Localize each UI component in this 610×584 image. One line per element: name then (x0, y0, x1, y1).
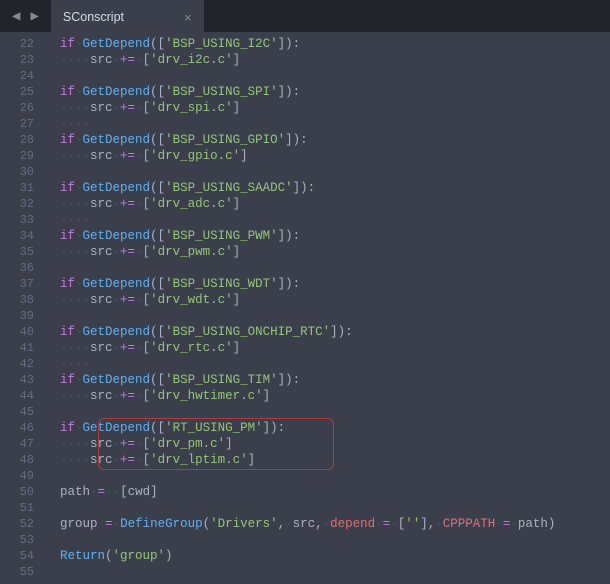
line-number: 27 (0, 116, 44, 132)
code-area[interactable]: if·GetDepend(['BSP_USING_I2C']):····src·… (44, 32, 610, 584)
close-icon[interactable]: × (184, 10, 192, 25)
line-number: 38 (0, 292, 44, 308)
code-line[interactable]: Return('group') (44, 548, 610, 564)
line-number: 28 (0, 132, 44, 148)
line-number: 35 (0, 244, 44, 260)
code-line[interactable]: ····src·+=·['drv_hwtimer.c'] (44, 388, 610, 404)
code-line[interactable]: if·GetDepend(['BSP_USING_PWM']): (44, 228, 610, 244)
code-line[interactable]: ···· (44, 116, 610, 132)
line-number: 45 (0, 404, 44, 420)
code-line[interactable]: ····src·+=·['drv_wdt.c'] (44, 292, 610, 308)
tab-sconscript[interactable]: SConscript × (51, 0, 204, 32)
line-number: 36 (0, 260, 44, 276)
line-number: 43 (0, 372, 44, 388)
code-line[interactable]: ····src·+=·['drv_adc.c'] (44, 196, 610, 212)
line-number: 30 (0, 164, 44, 180)
line-number: 47 (0, 436, 44, 452)
code-line[interactable] (44, 532, 610, 548)
line-number: 34 (0, 228, 44, 244)
code-line[interactable]: if·GetDepend(['BSP_USING_SAADC']): (44, 180, 610, 196)
line-number: 25 (0, 84, 44, 100)
code-line[interactable] (44, 68, 610, 84)
code-line[interactable] (44, 164, 610, 180)
nav-forward-icon[interactable]: ▶ (26, 6, 42, 27)
line-number: 31 (0, 180, 44, 196)
code-line[interactable]: path·=··[cwd] (44, 484, 610, 500)
line-number: 53 (0, 532, 44, 548)
code-line[interactable]: ····src·+=·['drv_pwm.c'] (44, 244, 610, 260)
code-line[interactable]: if·GetDepend(['BSP_USING_I2C']): (44, 36, 610, 52)
code-editor[interactable]: 2223242526272829303132333435363738394041… (0, 32, 610, 584)
line-number: 55 (0, 564, 44, 580)
code-line[interactable]: ····src·+=·['drv_gpio.c'] (44, 148, 610, 164)
editor-header: ◀ ▶ SConscript × (0, 0, 610, 32)
line-number: 42 (0, 356, 44, 372)
line-number: 46 (0, 420, 44, 436)
line-number: 22 (0, 36, 44, 52)
line-number: 39 (0, 308, 44, 324)
code-line[interactable] (44, 260, 610, 276)
code-line[interactable] (44, 308, 610, 324)
code-line[interactable] (44, 500, 610, 516)
code-line[interactable]: if·GetDepend(['BSP_USING_GPIO']): (44, 132, 610, 148)
line-number: 48 (0, 452, 44, 468)
line-number: 54 (0, 548, 44, 564)
line-number: 33 (0, 212, 44, 228)
code-line[interactable]: ····src·+=·['drv_rtc.c'] (44, 340, 610, 356)
code-line[interactable]: group·=·DefineGroup('Drivers',·src,·depe… (44, 516, 610, 532)
code-line[interactable] (44, 468, 610, 484)
line-number: 52 (0, 516, 44, 532)
code-line[interactable]: ····src·+=·['drv_lptim.c'] (44, 452, 610, 468)
line-number: 51 (0, 500, 44, 516)
line-number: 23 (0, 52, 44, 68)
code-line[interactable]: ···· (44, 356, 610, 372)
line-number: 41 (0, 340, 44, 356)
code-line[interactable]: ····src·+=·['drv_i2c.c'] (44, 52, 610, 68)
code-line[interactable]: if·GetDepend(['BSP_USING_ONCHIP_RTC']): (44, 324, 610, 340)
line-number: 49 (0, 468, 44, 484)
line-number: 44 (0, 388, 44, 404)
nav-back-icon[interactable]: ◀ (8, 6, 24, 27)
line-number-gutter: 2223242526272829303132333435363738394041… (0, 32, 44, 584)
nav-arrows: ◀ ▶ (0, 6, 51, 27)
line-number: 40 (0, 324, 44, 340)
line-number: 32 (0, 196, 44, 212)
line-number: 26 (0, 100, 44, 116)
code-line[interactable]: ···· (44, 212, 610, 228)
tab-title: SConscript (63, 10, 124, 24)
code-line[interactable]: ····src·+=·['drv_pm.c'] (44, 436, 610, 452)
line-number: 24 (0, 68, 44, 84)
line-number: 29 (0, 148, 44, 164)
code-line[interactable] (44, 404, 610, 420)
code-line[interactable]: if·GetDepend(['RT_USING_PM']): (44, 420, 610, 436)
code-line[interactable]: if·GetDepend(['BSP_USING_TIM']): (44, 372, 610, 388)
code-line[interactable]: if·GetDepend(['BSP_USING_WDT']): (44, 276, 610, 292)
line-number: 50 (0, 484, 44, 500)
line-number: 37 (0, 276, 44, 292)
code-line[interactable]: if·GetDepend(['BSP_USING_SPI']): (44, 84, 610, 100)
code-line[interactable]: ····src·+=·['drv_spi.c'] (44, 100, 610, 116)
